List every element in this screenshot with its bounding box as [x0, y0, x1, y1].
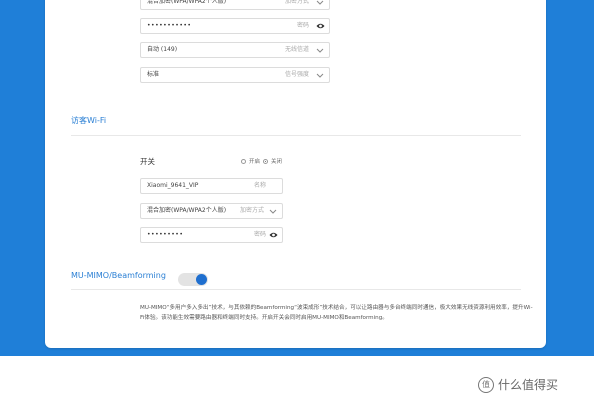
- guest-switch-label: 开关: [140, 157, 155, 166]
- toggle-knob: [196, 274, 207, 285]
- watermark: 值 什么值得买: [478, 376, 558, 393]
- wifi-signal-select[interactable]: 标准 信号强度: [140, 67, 330, 83]
- chevron-down-icon: [316, 0, 324, 5]
- eye-icon[interactable]: [269, 231, 278, 239]
- guest-ssid-hint: 名称: [253, 182, 266, 189]
- guest-encryption-value: 混合加密(WPA/WPA2个人版): [147, 207, 227, 214]
- eye-icon[interactable]: [316, 22, 325, 30]
- wifi-password-value: •••••••••••: [147, 22, 192, 29]
- watermark-text: 什么值得买: [498, 378, 559, 392]
- mumimo-divider: [71, 289, 521, 290]
- wifi-password-hint: 密码: [296, 22, 309, 29]
- guest-wifi-title: 访客Wi-Fi: [71, 116, 107, 125]
- guest-password-value: •••••••••: [147, 231, 184, 238]
- wifi-encryption-value: 混合加密(WPA/WPA2个人版): [147, 0, 227, 5]
- wifi-encryption-hint: 加密方式: [284, 0, 309, 5]
- chevron-down-icon: [316, 48, 324, 53]
- guest-ssid-value: Xiaomi_9641_VIP: [147, 182, 199, 189]
- mumimo-title: MU-MIMO/Beamforming: [71, 271, 166, 280]
- wifi-signal-value: 标准: [147, 71, 160, 78]
- wifi-encryption-select[interactable]: 混合加密(WPA/WPA2个人版) 加密方式: [140, 0, 330, 10]
- guest-password-field[interactable]: ••••••••• 密码: [140, 227, 283, 243]
- guest-password-hint: 密码: [253, 231, 266, 238]
- mumimo-description: MU-MIMO“多用户多入多出”技术，与其依赖的Beamforming“波束成形…: [140, 305, 533, 321]
- guest-on-label: 开启: [249, 159, 261, 165]
- wifi-signal-hint: 信号强度: [284, 71, 309, 78]
- guest-encryption-hint: 加密方式: [239, 207, 264, 214]
- guest-off-label: 关闭: [271, 159, 283, 165]
- guest-ssid-input[interactable]: Xiaomi_9641_VIP 名称: [140, 178, 283, 194]
- guest-wifi-divider: [71, 135, 521, 136]
- guest-on-radio[interactable]: [241, 158, 246, 164]
- guest-off-radio[interactable]: [263, 158, 269, 164]
- wifi-channel-select[interactable]: 自动 (149) 无线信道: [140, 42, 330, 58]
- guest-switch-radio-group: 开启 关闭: [241, 157, 282, 165]
- guest-encryption-select[interactable]: 混合加密(WPA/WPA2个人版) 加密方式: [140, 203, 283, 219]
- wifi-password-field[interactable]: ••••••••••• 密码: [140, 18, 330, 34]
- watermark-logo-icon: 值: [478, 376, 494, 393]
- chevron-down-icon: [269, 209, 277, 214]
- settings-card: 混合加密(WPA/WPA2个人版) 加密方式 ••••••••••• 密码 自动…: [45, 0, 546, 348]
- wifi-channel-value: 自动 (149): [147, 46, 178, 53]
- wifi-channel-hint: 无线信道: [284, 46, 309, 53]
- chevron-down-icon: [316, 73, 324, 78]
- mumimo-toggle[interactable]: [178, 273, 208, 286]
